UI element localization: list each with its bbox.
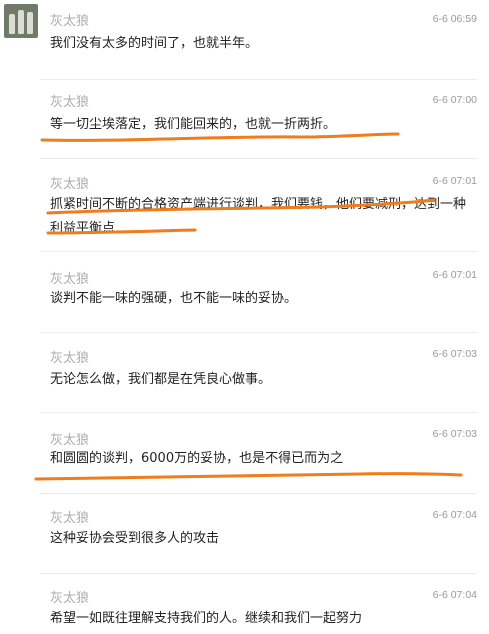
message-text: 等一切尘埃落定，我们能回来的，也就一折两折。 xyxy=(50,117,337,132)
chat-message: 灰太狼 6-6 07:03 无论怎么做，我们都是在凭良心做事。 xyxy=(40,333,477,413)
message-text: 无论怎么做，我们都是在凭良心做事。 xyxy=(50,372,272,387)
chat-message: 灰太狼 6-6 07:01 谈判不能一味的强硬，也不能一味的妥协。 xyxy=(40,252,477,332)
message-text: 这种妥协会受到很多人的攻击 xyxy=(50,531,220,546)
message-text: 谈判不能一味的强硬，也不能一味的妥协。 xyxy=(50,291,298,306)
sender-name[interactable]: 灰太狼 xyxy=(50,347,89,366)
sender-name[interactable]: 灰太狼 xyxy=(50,587,89,606)
chat-message: 灰太狼 6-6 06:59 我们没有太多的时间了，也就半年。 xyxy=(40,0,477,80)
message-text: 和圆圆的谈判，6000万的妥协，也是不得已而为之 xyxy=(50,451,344,466)
message-text: 抓紧时间不断的合格资产端进行谈判，我们要钱，他们要减刑，达到一种利益平衡点 xyxy=(50,197,467,236)
message-time: 6-6 07:03 xyxy=(432,348,477,360)
sender-name[interactable]: 灰太狼 xyxy=(50,10,89,29)
avatar[interactable] xyxy=(4,4,38,38)
sender-name[interactable]: 灰太狼 xyxy=(50,507,89,526)
sender-name[interactable]: 灰太狼 xyxy=(50,429,89,448)
chat-message: 灰太狼 6-6 07:03 和圆圆的谈判，6000万的妥协，也是不得已而为之 xyxy=(40,413,477,493)
chat-message: 灰太狼 6-6 07:04 这种妥协会受到很多人的攻击 xyxy=(40,494,477,574)
sender-name[interactable]: 灰太狼 xyxy=(50,173,89,192)
message-time: 6-6 07:04 xyxy=(432,509,477,521)
chat-message: 灰太狼 6-6 07:01 抓紧时间不断的合格资产端进行谈判，我们要钱，他们要减… xyxy=(40,159,477,251)
chat-message: 灰太狼 6-6 07:00 等一切尘埃落定，我们能回来的，也就一折两折。 xyxy=(40,80,477,160)
message-text: 我们没有太多的时间了，也就半年。 xyxy=(50,36,259,51)
message-time: 6-6 07:01 xyxy=(432,175,477,187)
message-text: 希望一如既往理解支持我们的人。继续和我们一起努力 xyxy=(50,611,363,626)
message-time: 6-6 06:59 xyxy=(432,13,477,25)
message-time: 6-6 07:01 xyxy=(432,269,477,281)
message-time: 6-6 07:00 xyxy=(432,94,477,106)
message-time: 6-6 07:04 xyxy=(432,589,477,601)
sender-name[interactable]: 灰太狼 xyxy=(50,91,89,110)
chat-message: 灰太狼 6-6 07:04 希望一如既往理解支持我们的人。继续和我们一起努力 xyxy=(40,574,477,634)
sender-name[interactable]: 灰太狼 xyxy=(50,268,89,287)
message-time: 6-6 07:03 xyxy=(432,428,477,440)
